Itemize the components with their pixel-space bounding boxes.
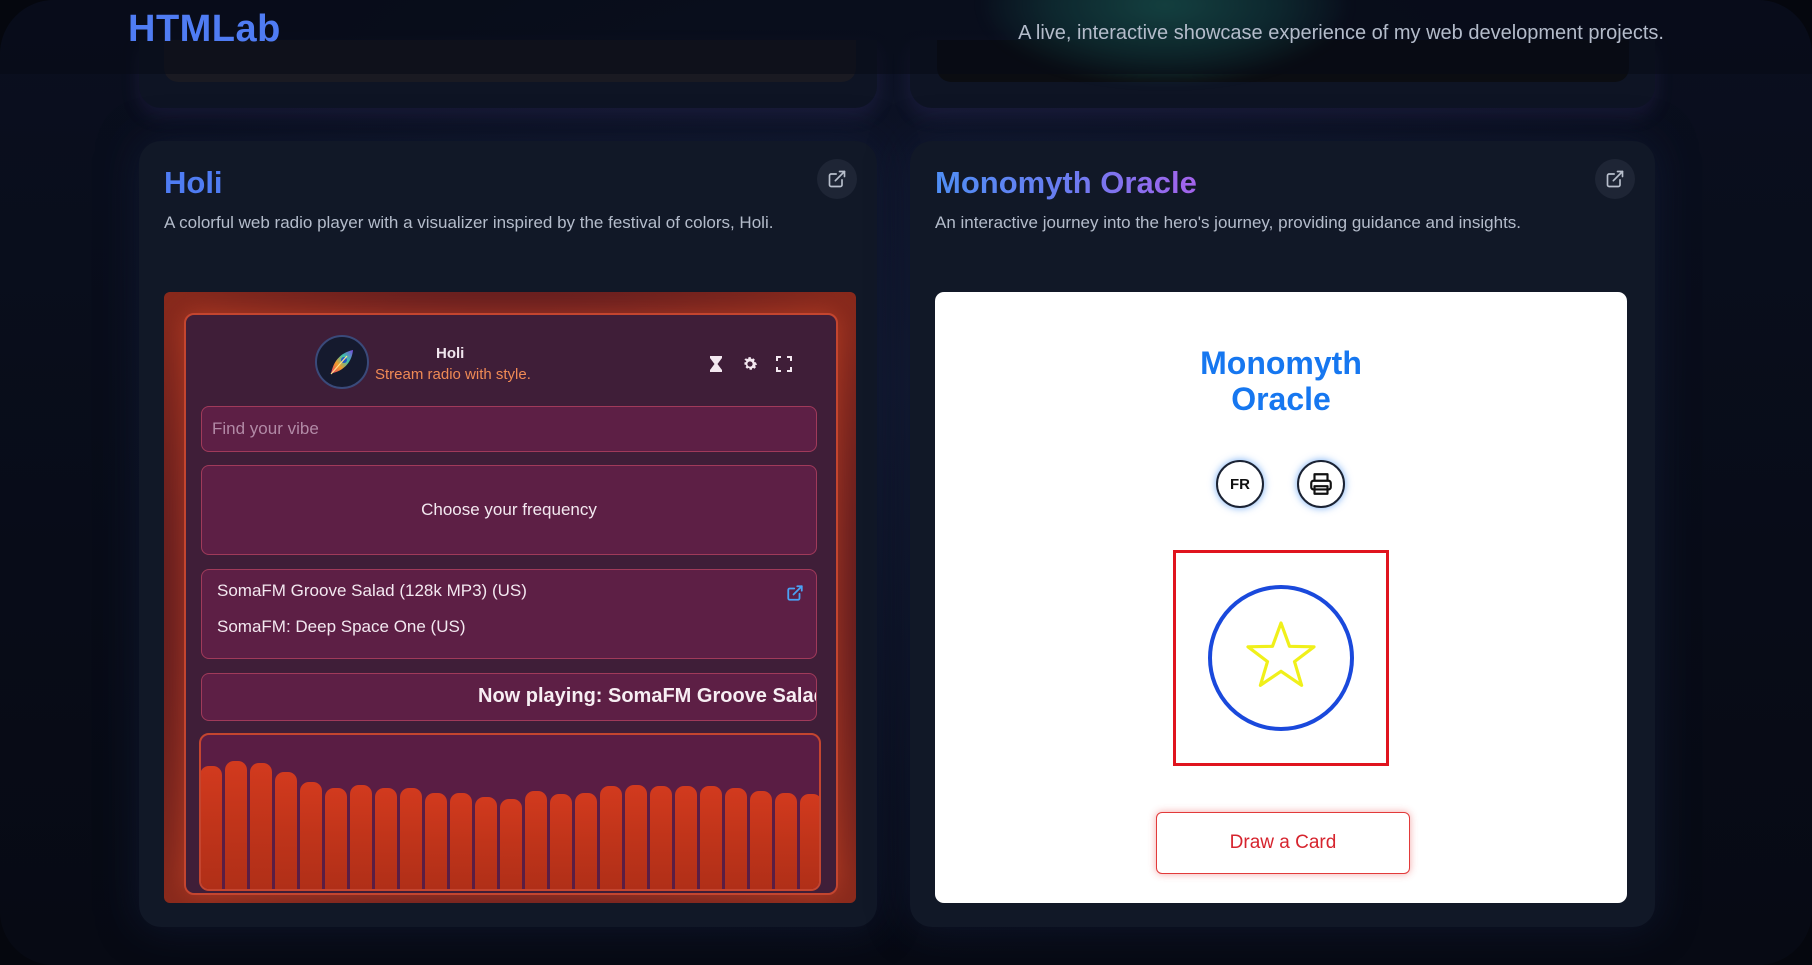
visualizer-bar <box>525 791 547 889</box>
star-icon <box>1208 585 1354 731</box>
project-card-monomyth-oracle: Monomyth Oracle An interactive journey i… <box>910 141 1655 927</box>
visualizer-bar <box>475 797 497 889</box>
card-title: Monomyth Oracle <box>935 165 1197 200</box>
open-project-button[interactable] <box>1595 159 1635 199</box>
oracle-heading-line: Oracle <box>1231 381 1331 417</box>
printer-icon <box>1310 473 1332 495</box>
visualizer-bar <box>575 793 597 889</box>
app-name: Holi <box>436 345 465 362</box>
site-tagline: A live, interactive showcase experience … <box>1018 22 1664 44</box>
holi-embed: Holi Stream radio with style. Find your … <box>164 292 856 903</box>
external-link-icon[interactable] <box>786 584 804 602</box>
external-link-icon <box>828 170 846 188</box>
oracle-embed: Monomyth Oracle FR Draw a Card <box>935 292 1627 903</box>
visualizer-bar <box>650 786 672 889</box>
project-card-holi: Holi A colorful web radio player with a … <box>139 141 877 927</box>
visualizer-bar <box>600 786 622 889</box>
oracle-heading-line: Monomyth <box>1200 345 1362 381</box>
visualizer-bar <box>300 782 322 889</box>
now-playing-text: Now playing: SomaFM Groove Salad (128k M… <box>478 685 816 707</box>
page: HTMLab A live, interactive showcase expe… <box>0 0 1812 965</box>
brand-title[interactable]: HTMLab <box>128 8 281 51</box>
hourglass-icon <box>710 356 722 372</box>
visualizer-bar <box>325 788 347 889</box>
open-project-button[interactable] <box>817 159 857 199</box>
card-description: An interactive journey into the hero's j… <box>935 213 1522 232</box>
visualizer-bar <box>450 793 472 889</box>
visualizer-bar <box>250 763 272 889</box>
oracle-card-area[interactable] <box>1173 550 1389 766</box>
visualizer-bar <box>550 794 572 889</box>
fullscreen-icon <box>776 356 792 372</box>
visualizer-bar <box>750 791 772 889</box>
now-playing-banner: Now playing: SomaFM Groove Salad (128k M… <box>201 673 817 721</box>
card-description: A colorful web radio player with a visua… <box>164 213 774 232</box>
print-button[interactable] <box>1297 460 1345 508</box>
oracle-heading: Monomyth Oracle <box>935 345 1627 417</box>
visualizer-bar <box>675 786 697 889</box>
external-link-icon <box>1606 170 1624 188</box>
station-item[interactable]: SomaFM: Deep Space One (US) <box>217 617 465 637</box>
visualizer-bar <box>225 761 247 889</box>
feather-logo-icon <box>315 335 369 389</box>
card-title: Holi <box>164 165 223 200</box>
visualizer-bar <box>700 786 722 889</box>
language-toggle-button[interactable]: FR <box>1216 460 1264 508</box>
visualizer-bar <box>800 794 819 889</box>
settings-button[interactable] <box>739 353 761 375</box>
station-list: SomaFM Groove Salad (128k MP3) (US) Soma… <box>201 569 817 659</box>
visualizer-bar <box>500 799 522 889</box>
frequency-label: Choose your frequency <box>421 500 597 519</box>
visualizer-bar <box>201 766 222 889</box>
visualizer-bar <box>725 788 747 889</box>
visualizer-bar <box>425 793 447 889</box>
visualizer-bar <box>375 788 397 889</box>
frequency-selector[interactable]: Choose your frequency <box>201 465 817 555</box>
sleep-timer-button[interactable] <box>705 353 727 375</box>
visualizer-bar <box>275 772 297 889</box>
visualizer-bar <box>625 785 647 889</box>
gear-icon <box>744 357 758 370</box>
visualizer-bar <box>350 785 372 889</box>
visualizer-bar <box>400 788 422 889</box>
app-subtitle: Stream radio with style. <box>375 366 531 383</box>
site-header: HTMLab A live, interactive showcase expe… <box>0 0 1812 74</box>
holi-player: Holi Stream radio with style. Find your … <box>184 313 838 895</box>
fullscreen-button[interactable] <box>773 353 795 375</box>
search-input[interactable]: Find your vibe <box>201 406 817 452</box>
audio-visualizer <box>199 733 821 891</box>
station-item[interactable]: SomaFM Groove Salad (128k MP3) (US) <box>217 581 527 601</box>
visualizer-bar <box>775 793 797 889</box>
draw-card-button[interactable]: Draw a Card <box>1156 812 1410 874</box>
